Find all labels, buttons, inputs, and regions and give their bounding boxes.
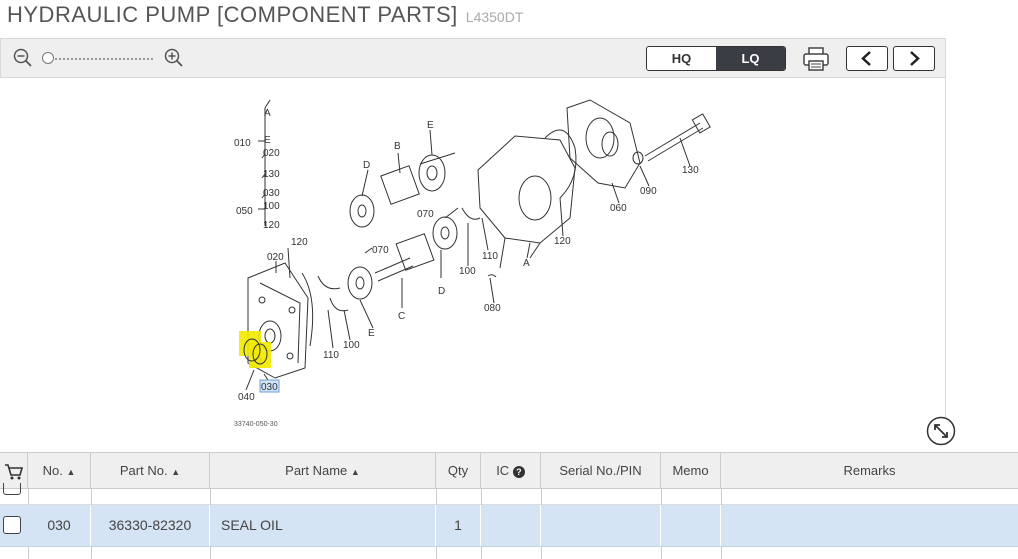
zoom-slider-track[interactable] xyxy=(43,58,153,60)
cell-ic xyxy=(481,505,541,546)
callout-b[interactable]: B xyxy=(394,141,401,152)
col-header-memo[interactable]: Memo xyxy=(661,453,721,489)
row-checkbox[interactable] xyxy=(3,516,21,534)
zoom-slider-thumb[interactable] xyxy=(42,52,54,64)
page-title: HYDRAULIC PUMP [COMPONENT PARTS] L4350DT xyxy=(7,2,523,28)
legend-label-010: 010 xyxy=(234,138,251,149)
col-header-part-name[interactable]: Part Name ▲︎ xyxy=(210,453,436,489)
col-header-no-label: No. xyxy=(42,463,63,478)
expand-icon[interactable] xyxy=(926,416,956,446)
sort-icon: ▲︎ xyxy=(350,467,360,477)
cell-serial xyxy=(541,505,661,546)
callout-080[interactable]: 080 xyxy=(484,303,501,314)
callout-110-left[interactable]: 110 xyxy=(323,350,339,361)
quality-toggle: HQ LQ xyxy=(646,46,786,71)
callout-030[interactable]: 030 xyxy=(261,382,278,393)
title-text: HYDRAULIC PUMP [COMPONENT PARTS] xyxy=(7,2,458,27)
col-header-qty[interactable]: Qty xyxy=(436,453,481,489)
callout-130[interactable]: 130 xyxy=(682,165,699,176)
printer-icon[interactable] xyxy=(801,46,831,72)
col-header-part-no-label: Part No. xyxy=(119,463,168,478)
legend-label-e: E xyxy=(264,135,271,146)
next-button[interactable] xyxy=(893,46,935,71)
callout-e-top[interactable]: E xyxy=(427,120,434,131)
figure-code: 33740-050-30 xyxy=(234,421,278,428)
legend-label-100: 100 xyxy=(263,201,280,212)
col-header-part-no[interactable]: Part No. ▲︎ xyxy=(91,453,210,489)
table-row[interactable]: 030 36330-82320 SEAL OIL 1 xyxy=(0,505,1018,547)
col-header-no[interactable]: No. ▲ xyxy=(28,453,91,489)
callout-090[interactable]: 090 xyxy=(640,186,657,197)
col-header-remarks[interactable]: Remarks xyxy=(721,453,1018,489)
diagram-toolbar: HQ LQ xyxy=(0,38,946,78)
sort-asc-icon: ▲ xyxy=(66,467,76,477)
exploded-view-drawing: 010 A E 020 130 030 050 100 120 120 020 … xyxy=(234,99,711,428)
col-header-serial[interactable]: Serial No./PIN xyxy=(541,453,661,489)
lq-button[interactable]: LQ xyxy=(716,47,785,70)
hq-button[interactable]: HQ xyxy=(647,47,716,70)
cell-part-no: 36330-82320 xyxy=(91,505,210,546)
chevron-right-icon xyxy=(910,51,920,66)
callout-a[interactable]: A xyxy=(523,258,530,269)
cell-part-name: SEAL OIL xyxy=(210,505,436,546)
callout-c[interactable]: C xyxy=(398,311,405,322)
callout-070-b[interactable]: 070 xyxy=(417,209,434,220)
callout-060[interactable]: 060 xyxy=(610,203,627,214)
legend-label-030: 030 xyxy=(263,188,280,199)
sort-icon: ▲︎ xyxy=(171,467,181,477)
callout-e-bottom[interactable]: E xyxy=(368,328,375,339)
col-header-ic[interactable]: IC ? xyxy=(481,453,541,489)
callout-100-left[interactable]: 100 xyxy=(343,340,360,351)
legend-label-020: 020 xyxy=(263,148,280,159)
zoom-in-icon[interactable] xyxy=(164,48,184,68)
cell-no: 030 xyxy=(28,505,91,546)
zoom-out-icon[interactable] xyxy=(13,48,33,68)
prev-button[interactable] xyxy=(846,46,888,71)
cart-icon xyxy=(4,464,23,480)
callout-110-right[interactable]: 110 xyxy=(482,251,498,262)
table-row-next xyxy=(0,547,1018,559)
callout-070-a[interactable]: 070 xyxy=(372,245,389,256)
callout-020[interactable]: 020 xyxy=(267,252,284,263)
legend-label-120: 120 xyxy=(263,220,280,231)
col-header-part-name-label: Part Name xyxy=(285,463,348,478)
col-header-serial-label: Serial No./PIN xyxy=(559,463,642,478)
col-header-qty-label: Qty xyxy=(447,463,469,478)
col-header-memo-label: Memo xyxy=(672,463,709,478)
parts-table-header: No. ▲ Part No. ▲︎ Part Name ▲︎ Qty IC ? … xyxy=(0,452,1018,489)
cell-memo[interactable] xyxy=(661,505,721,546)
col-header-remarks-label: Remarks xyxy=(843,463,896,478)
cell-qty: 1 xyxy=(436,505,481,546)
chevron-left-icon xyxy=(861,51,871,66)
legend-label-050: 050 xyxy=(236,206,253,217)
col-header-ic-label: IC xyxy=(496,463,510,478)
callout-d-top[interactable]: D xyxy=(363,160,370,171)
legend-label-130: 130 xyxy=(263,169,280,180)
cell-remarks xyxy=(721,505,1018,546)
row-checkbox-partial[interactable] xyxy=(3,483,21,495)
callout-100-right[interactable]: 100 xyxy=(459,266,476,277)
model-label: L4350DT xyxy=(465,9,524,25)
table-row-previous xyxy=(0,483,1018,505)
callout-120-right[interactable]: 120 xyxy=(554,236,571,247)
parts-diagram[interactable]: 010 A E 020 130 030 050 100 120 120 020 … xyxy=(0,78,946,435)
callout-040[interactable]: 040 xyxy=(238,392,255,403)
callout-120[interactable]: 120 xyxy=(291,237,308,248)
help-icon[interactable]: ? xyxy=(512,465,525,478)
legend-label-a: A xyxy=(264,108,271,119)
callout-d-bottom[interactable]: D xyxy=(438,286,445,297)
